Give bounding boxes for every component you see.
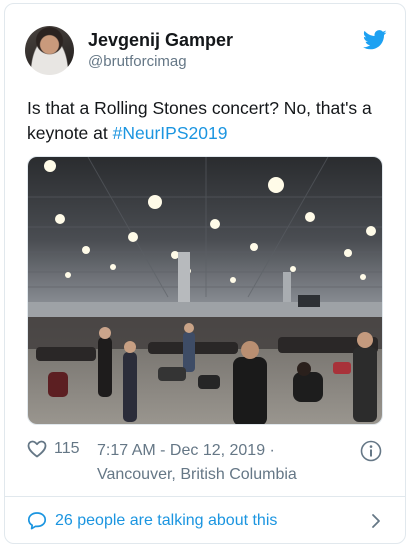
display-name[interactable]: Jevgenij Gamper — [88, 29, 233, 51]
author-block[interactable]: Jevgenij Gamper @brutforcimag — [88, 29, 233, 72]
avatar[interactable] — [25, 26, 74, 75]
divider — [5, 496, 405, 497]
chevron-right-icon[interactable] — [371, 513, 381, 529]
tweet-meta: 115 7:17 AM - Dec 12, 2019 · Vancouver, … — [27, 438, 387, 488]
timestamp-block: 7:17 AM - Dec 12, 2019 · Vancouver, Brit… — [97, 439, 297, 487]
twitter-bird-icon[interactable] — [363, 30, 387, 50]
conference-hall-photo — [28, 157, 382, 424]
location[interactable]: Vancouver, British Columbia — [97, 463, 297, 487]
tweet-photo[interactable] — [27, 156, 383, 425]
user-handle[interactable]: @brutforcimag — [88, 52, 233, 72]
like-action[interactable]: 115 — [27, 440, 80, 458]
like-count: 115 — [54, 440, 80, 457]
tweet-text: Is that a Rolling Stones concert? No, th… — [27, 96, 387, 146]
speech-bubble-icon — [27, 512, 47, 530]
info-icon[interactable] — [360, 440, 382, 462]
tweet-card: Jevgenij Gamper @brutforcimag Is that a … — [4, 3, 406, 544]
timestamp[interactable]: 7:17 AM - Dec 12, 2019 · — [97, 439, 297, 463]
heart-icon[interactable] — [27, 440, 47, 458]
talking-count-label[interactable]: 26 people are talking about this — [55, 512, 277, 530]
conversation-link[interactable]: 26 people are talking about this — [27, 509, 387, 533]
hashtag-link[interactable]: #NeurIPS2019 — [113, 123, 228, 143]
tweet-header: Jevgenij Gamper @brutforcimag — [25, 26, 387, 76]
